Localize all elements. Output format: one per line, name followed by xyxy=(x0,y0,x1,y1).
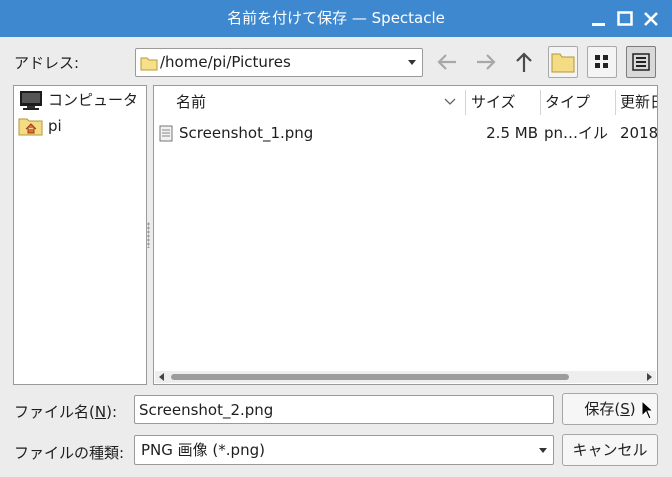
forward-button[interactable] xyxy=(471,46,501,78)
horizontal-scrollbar[interactable] xyxy=(155,371,656,383)
column-header-name[interactable]: 名前 xyxy=(176,86,466,119)
sort-chevron-icon xyxy=(444,98,456,105)
filename-label: ファイル名(N): xyxy=(14,403,117,421)
title-bar[interactable]: 名前を付けて保存 — Spectacle xyxy=(0,0,672,37)
address-combo[interactable]: /home/pi/Pictures xyxy=(135,48,423,77)
up-button[interactable] xyxy=(509,46,539,78)
back-button[interactable] xyxy=(432,46,462,78)
file-list[interactable]: 名前 サイズ タイプ 更新日 Screenshot_1.png 2.5 MB p… xyxy=(153,85,658,385)
file-type-cell: pn…イル xyxy=(544,124,609,142)
filetype-select[interactable]: PNG 画像 (*.png) xyxy=(134,435,554,465)
column-separator xyxy=(465,90,466,115)
mouse-cursor-icon xyxy=(641,400,654,420)
column-header-size[interactable]: サイズ xyxy=(471,86,539,119)
column-header-type[interactable]: タイプ xyxy=(545,86,615,119)
icon-view-icon xyxy=(595,55,608,68)
close-icon xyxy=(644,12,658,26)
icon-view-button[interactable] xyxy=(587,46,617,78)
home-folder-icon xyxy=(18,118,43,136)
maximize-button[interactable] xyxy=(614,8,636,30)
filetype-value: PNG 画像 (*.png) xyxy=(141,441,265,459)
image-file-icon xyxy=(159,125,173,142)
file-modified-cell: 2018/ xyxy=(620,124,658,142)
up-arrow-icon xyxy=(516,52,532,72)
place-item-computer[interactable]: コンピュータ xyxy=(18,88,144,112)
place-label: pi xyxy=(48,117,62,135)
new-folder-button[interactable] xyxy=(548,46,578,78)
scroll-right-icon xyxy=(647,373,652,381)
column-header-modified[interactable]: 更新日 xyxy=(620,86,657,119)
column-separator xyxy=(615,90,616,115)
chevron-down-icon xyxy=(408,60,416,65)
column-separator xyxy=(540,90,541,115)
list-view-button[interactable] xyxy=(626,46,656,78)
place-label: コンピュータ xyxy=(48,91,139,109)
list-view-icon xyxy=(632,53,650,71)
panel-splitter-handle[interactable] xyxy=(147,222,150,248)
minimize-button[interactable] xyxy=(588,8,610,30)
scrollbar-thumb[interactable] xyxy=(171,374,569,380)
filename-input-box[interactable] xyxy=(134,395,554,424)
cancel-button[interactable]: キャンセル xyxy=(562,434,658,466)
places-panel[interactable]: コンピュータ pi xyxy=(13,85,147,385)
address-label: アドレス: xyxy=(14,54,80,72)
filetype-label: ファイルの種類: xyxy=(14,444,125,462)
address-path: /home/pi/Pictures xyxy=(160,53,291,71)
close-button[interactable] xyxy=(640,8,662,30)
file-name-cell: Screenshot_1.png xyxy=(179,124,314,142)
filename-input[interactable] xyxy=(135,396,553,423)
computer-icon xyxy=(20,91,42,110)
folder-icon xyxy=(140,57,158,71)
new-folder-icon xyxy=(551,53,575,73)
place-item-pi[interactable]: pi xyxy=(18,114,144,138)
scroll-left-icon xyxy=(159,373,164,381)
window-title: 名前を付けて保存 — Spectacle xyxy=(227,9,445,27)
file-size-cell: 2.5 MB xyxy=(486,124,538,142)
forward-arrow-icon xyxy=(477,54,496,70)
chevron-down-icon xyxy=(539,448,547,453)
maximize-icon xyxy=(617,11,633,26)
back-arrow-icon xyxy=(437,54,456,70)
minimize-icon xyxy=(592,23,605,26)
